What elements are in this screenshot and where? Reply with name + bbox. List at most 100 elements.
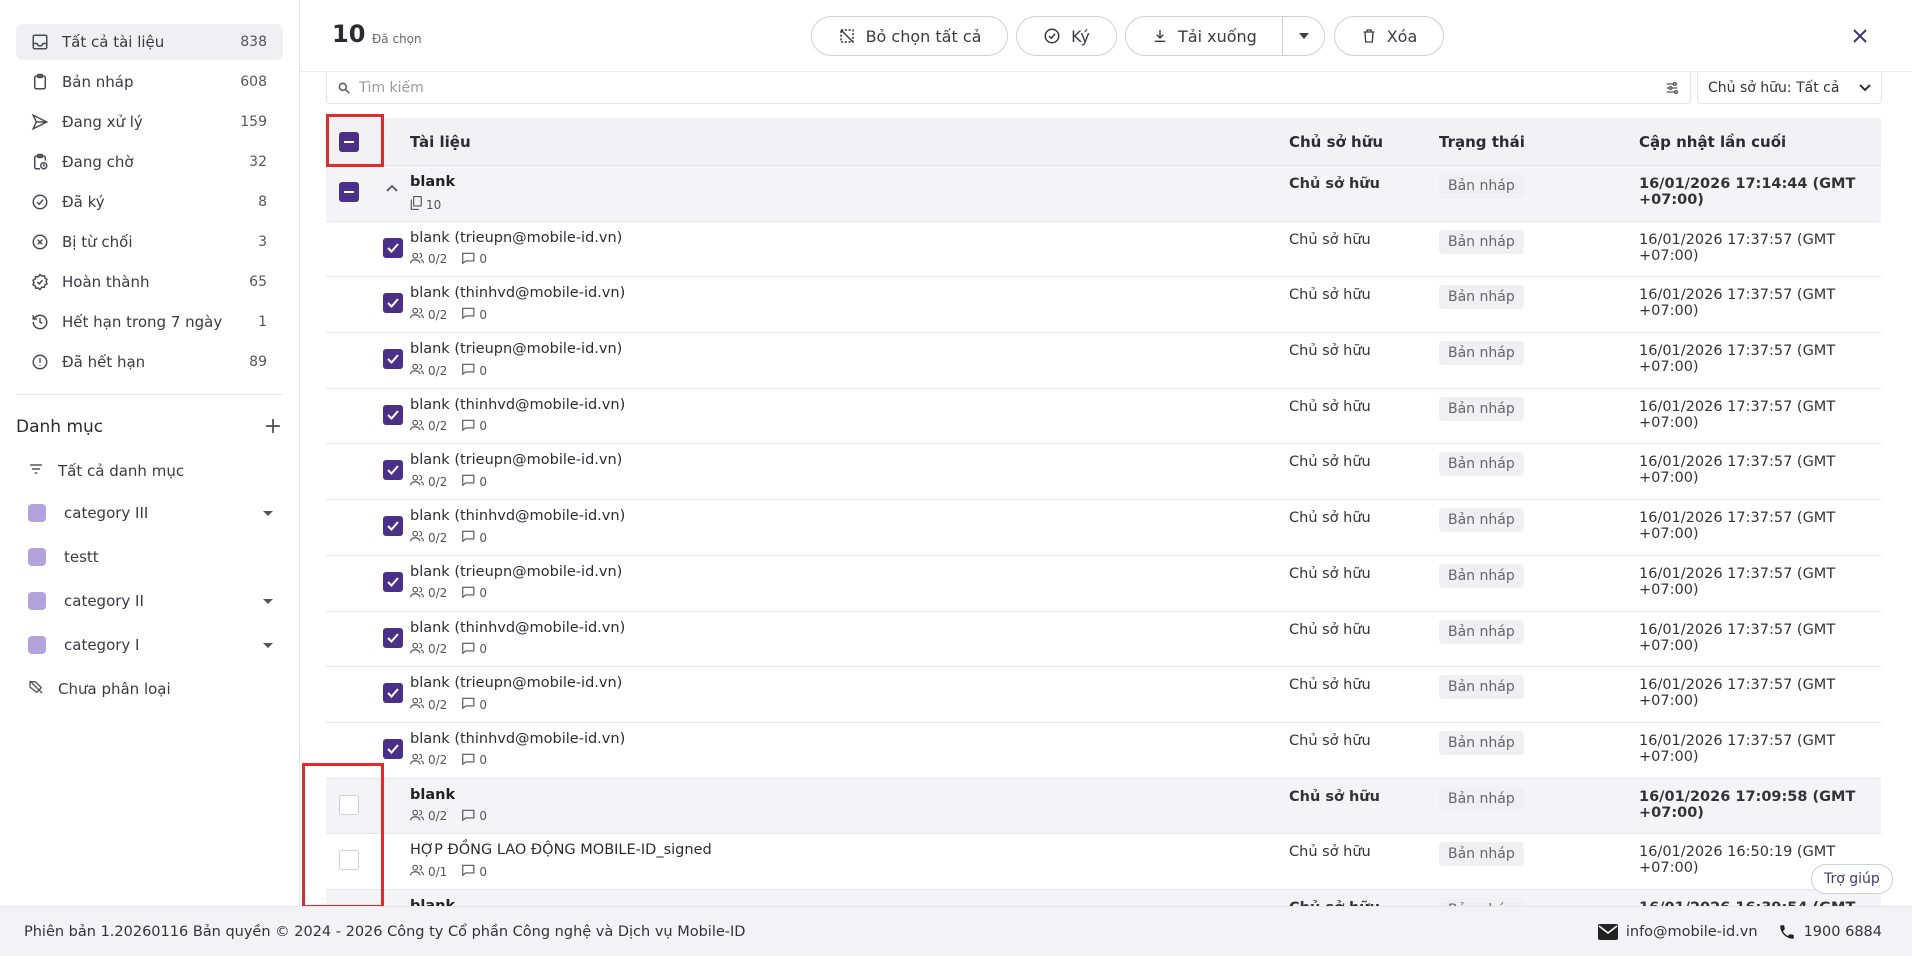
row-checkbox[interactable] bbox=[383, 237, 403, 258]
table-row[interactable]: blank (thinhvd@mobile-id.vn) 0/2 0 Chủ sở h… bbox=[326, 389, 1881, 445]
document-title[interactable]: blank (thinhvd@mobile-id.vn) bbox=[410, 285, 625, 301]
column-header-updated[interactable]: Cập nhật lần cuối bbox=[1639, 133, 1786, 151]
owner-filter-select[interactable]: Chủ sở hữu: Tất cả bbox=[1697, 72, 1882, 104]
document-owner: Chủ sở hữu bbox=[1289, 677, 1371, 694]
nav-item-expired[interactable]: Đã hết hạn 89 bbox=[16, 344, 283, 380]
comment-icon bbox=[461, 252, 479, 267]
comments-count-value: 0 bbox=[479, 307, 487, 322]
nav-item-rejected[interactable]: Bị từ chối 3 bbox=[16, 224, 283, 260]
category-item-iii[interactable]: category III bbox=[28, 491, 283, 535]
table-row[interactable]: blank (thinhvd@mobile-id.vn) 0/2 0 Chủ sở h… bbox=[326, 723, 1881, 779]
row-checkbox[interactable] bbox=[383, 683, 403, 704]
comment-icon bbox=[461, 307, 479, 322]
document-title[interactable]: HỢP ĐỒNG LAO ĐỘNG MOBILE-ID_signed bbox=[410, 842, 712, 858]
nav-item-all-documents[interactable]: Tất cả tài liệu 838 bbox=[16, 24, 283, 60]
row-checkbox[interactable] bbox=[339, 182, 359, 202]
table-row[interactable]: blankChủ sở hữuBản nháp16/01/2026 16:39:… bbox=[326, 889, 1881, 906]
document-title[interactable]: blank (trieupn@mobile-id.vn) bbox=[410, 452, 622, 468]
table-row[interactable]: blank (thinhvd@mobile-id.vn) 0/2 0 Chủ sở h… bbox=[326, 612, 1881, 668]
row-checkbox[interactable] bbox=[383, 627, 403, 648]
add-category-plus-icon[interactable]: + bbox=[263, 416, 283, 438]
footer-email[interactable]: info@mobile-id.vn bbox=[1597, 923, 1758, 940]
chevron-up-icon[interactable] bbox=[386, 180, 398, 196]
table-row[interactable]: blank 10 Chủ sở hữu Bản nháp 16/01/2026 17:1… bbox=[326, 166, 1881, 222]
search-input[interactable] bbox=[359, 79, 1664, 96]
table-row[interactable]: blank (trieupn@mobile-id.vn) 0/2 0 Chủ sở h… bbox=[326, 444, 1881, 501]
document-title[interactable]: blank bbox=[410, 174, 455, 190]
nav-item-expiring-7-days[interactable]: Hết hạn trong 7 ngày 1 bbox=[16, 304, 283, 340]
table-row[interactable]: blank (trieupn@mobile-id.vn) 0/2 0 Chủ sở h… bbox=[326, 556, 1881, 612]
table-row[interactable]: blank (trieupn@mobile-id.vn) 0/2 0 Chủ sở h… bbox=[326, 222, 1881, 278]
document-updated: 16/01/2026 17:37:57 (GMT +07:00) bbox=[1639, 343, 1836, 376]
comments-count: 0 bbox=[461, 753, 487, 768]
document-owner: Chủ sở hữu bbox=[1289, 454, 1371, 471]
download-button[interactable]: Tải xuống bbox=[1125, 16, 1325, 56]
category-item-testt[interactable]: testt bbox=[28, 535, 283, 579]
send-icon bbox=[30, 112, 50, 132]
nav-item-count: 1 bbox=[258, 314, 267, 330]
document-title[interactable]: blank bbox=[410, 898, 455, 906]
sign-button[interactable]: Ký bbox=[1016, 16, 1117, 56]
document-title[interactable]: blank (thinhvd@mobile-id.vn) bbox=[410, 397, 625, 413]
table-row[interactable]: blank (trieupn@mobile-id.vn) 0/2 0 Chủ sở h… bbox=[326, 667, 1881, 723]
nav-item-processing[interactable]: Đang xử lý 159 bbox=[16, 104, 283, 140]
nav-item-signed[interactable]: Đã ký 8 bbox=[16, 184, 283, 220]
comments-count: 0 bbox=[461, 642, 487, 657]
category-item-i[interactable]: category I bbox=[28, 623, 283, 667]
table-row[interactable]: blank (thinhvd@mobile-id.vn) 0/2 0 Chủ sở h… bbox=[326, 500, 1881, 556]
row-checkbox[interactable] bbox=[383, 293, 403, 314]
nav-item-completed[interactable]: Hoàn thành 65 bbox=[16, 264, 283, 300]
table-row[interactable]: blank 0/2 0 Chủ sở hữu Bản nháp 16/01/2026 17… bbox=[326, 778, 1881, 835]
document-title[interactable]: blank (trieupn@mobile-id.vn) bbox=[410, 675, 622, 691]
help-button[interactable]: Trợ giúp bbox=[1811, 864, 1893, 894]
document-title[interactable]: blank (thinhvd@mobile-id.vn) bbox=[410, 620, 625, 636]
table-row[interactable]: blank (thinhvd@mobile-id.vn) 0/2 0 Chủ sở h… bbox=[326, 277, 1881, 334]
close-icon[interactable] bbox=[1848, 24, 1872, 48]
documents-table: Tài liệu Chủ sở hữu Trạng thái Cập nhật … bbox=[326, 118, 1881, 906]
download-options-dropdown[interactable] bbox=[1283, 17, 1325, 55]
table-row[interactable]: blank (trieupn@mobile-id.vn) 0/2 0 Chủ sở h… bbox=[326, 333, 1881, 389]
column-header-status[interactable]: Trạng thái bbox=[1439, 133, 1525, 151]
comments-count-value: 0 bbox=[479, 363, 487, 378]
column-header-owner[interactable]: Chủ sở hữu bbox=[1289, 133, 1383, 151]
uncategorized-item[interactable]: Chưa phân loại bbox=[28, 667, 283, 711]
document-title[interactable]: blank (thinhvd@mobile-id.vn) bbox=[410, 508, 625, 524]
caret-down-icon[interactable] bbox=[263, 642, 273, 648]
row-checkbox[interactable] bbox=[383, 404, 403, 425]
row-checkbox[interactable] bbox=[383, 349, 403, 370]
inbox-icon bbox=[30, 32, 50, 52]
phone-icon bbox=[1779, 924, 1794, 939]
footer-phone[interactable]: 1900 6884 bbox=[1778, 923, 1882, 941]
signers-count-value: 0/2 bbox=[428, 753, 448, 768]
document-title[interactable]: blank (trieupn@mobile-id.vn) bbox=[410, 341, 622, 357]
document-title[interactable]: blank (trieupn@mobile-id.vn) bbox=[410, 230, 622, 246]
caret-down-icon[interactable] bbox=[263, 598, 273, 604]
comments-count: 0 bbox=[461, 419, 487, 434]
row-checkbox[interactable] bbox=[383, 460, 403, 481]
row-checkbox[interactable] bbox=[383, 516, 403, 537]
nav-item-drafts[interactable]: Bản nháp 608 bbox=[16, 64, 283, 100]
document-updated: 16/01/2026 17:37:57 (GMT +07:00) bbox=[1639, 454, 1836, 487]
row-checkbox[interactable] bbox=[383, 571, 403, 592]
category-color-swatch bbox=[28, 504, 46, 522]
document-title[interactable]: blank bbox=[410, 787, 455, 803]
nav-item-label: Đang chờ bbox=[62, 153, 134, 171]
nav-item-waiting[interactable]: Đang chờ 32 bbox=[16, 144, 283, 180]
table-row[interactable]: HỢP ĐỒNG LAO ĐỘNG MOBILE-ID_signed 0/1 0 Ch… bbox=[326, 834, 1881, 890]
category-item-ii[interactable]: category II bbox=[28, 579, 283, 623]
delete-button[interactable]: Xóa bbox=[1334, 16, 1444, 56]
signers-count-value: 0/2 bbox=[428, 474, 448, 489]
all-categories-item[interactable]: Tất cả danh mục bbox=[28, 451, 283, 491]
document-title[interactable]: blank (trieupn@mobile-id.vn) bbox=[410, 564, 622, 580]
document-meta: 0/2 0 bbox=[410, 586, 501, 601]
column-header-document[interactable]: Tài liệu bbox=[410, 133, 471, 151]
document-title[interactable]: blank (thinhvd@mobile-id.vn) bbox=[410, 731, 625, 747]
comment-icon bbox=[461, 586, 479, 601]
document-updated: 16/01/2026 17:37:57 (GMT +07:00) bbox=[1639, 231, 1836, 264]
sliders-icon[interactable] bbox=[1664, 80, 1680, 96]
row-checkbox[interactable] bbox=[383, 738, 403, 759]
status-badge: Bản nháp bbox=[1439, 229, 1524, 254]
users-icon bbox=[410, 307, 428, 322]
caret-down-icon[interactable] bbox=[263, 510, 273, 516]
unselect-all-button[interactable]: Bỏ chọn tất cả bbox=[811, 16, 1008, 56]
